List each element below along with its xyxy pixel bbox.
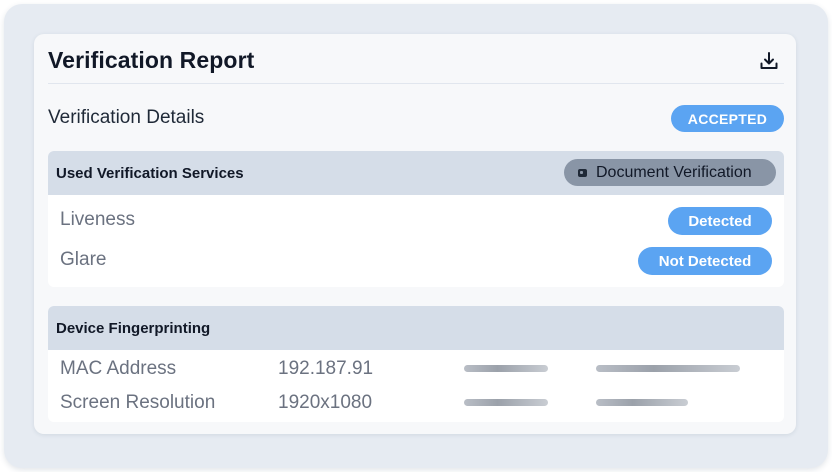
services-section-title: Used Verification Services (56, 164, 244, 182)
status-badge: ACCEPTED (671, 105, 784, 132)
document-icon (578, 168, 587, 177)
download-icon[interactable] (758, 50, 780, 72)
document-verification-chip[interactable]: Document Verification (564, 159, 776, 186)
placeholder-bar (596, 399, 688, 406)
screen-resolution-label: Screen Resolution (60, 392, 216, 413)
placeholder-bar (596, 365, 740, 372)
page-title: Verification Report (48, 47, 255, 73)
mac-address-value: 192.187.91 (278, 358, 374, 379)
services-section: Used Verification Services Document Veri… (48, 151, 784, 287)
fingerprint-section-title: Device Fingerprinting (56, 319, 211, 337)
liveness-status-badge: Detected (668, 207, 772, 235)
screen-resolution-value: 1920x1080 (278, 392, 373, 413)
glare-status-badge: Not Detected (638, 247, 772, 275)
mac-address-label: MAC Address (60, 358, 177, 379)
verification-details-label: Verification Details (48, 107, 205, 128)
document-verification-label: Document Verification (596, 163, 752, 181)
report-header: Verification Report (48, 42, 784, 84)
liveness-label: Liveness (60, 209, 135, 230)
placeholder-bar (464, 399, 548, 406)
placeholder-bar (464, 365, 548, 372)
glare-label: Glare (60, 249, 107, 270)
fingerprint-section-header: Device Fingerprinting (48, 306, 784, 350)
fingerprint-section: Device Fingerprinting MAC Address 192.18… (48, 306, 784, 422)
